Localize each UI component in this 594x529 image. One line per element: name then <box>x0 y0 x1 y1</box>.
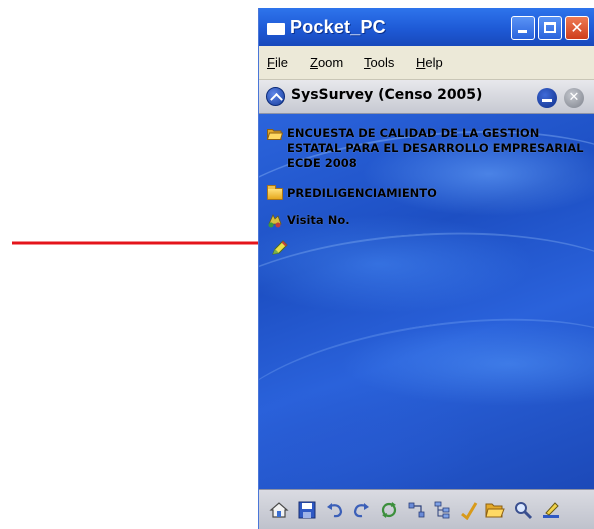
edit-icon[interactable] <box>541 500 561 520</box>
menu-zoom[interactable]: Zoom <box>310 55 343 70</box>
page: Pocket_PC ✕ File Zoom Tools Help SysSurv… <box>0 0 594 529</box>
title-bar[interactable]: Pocket_PC ✕ <box>259 8 594 46</box>
menu-bar: File Zoom Tools Help <box>259 46 594 80</box>
pocket-pc-window: Pocket_PC ✕ File Zoom Tools Help SysSurv… <box>258 8 594 529</box>
tree-item-label: Visita No. <box>287 213 350 227</box>
pencil-icon <box>272 240 288 255</box>
content-area: ENCUESTA DE CALIDAD DE LA GESTION ESTATA… <box>259 114 594 489</box>
app-header: SysSurvey (Censo 2005) ✕ <box>259 80 594 114</box>
redo-icon[interactable] <box>351 500 371 520</box>
maximize-button[interactable] <box>538 16 562 40</box>
menu-file[interactable]: File <box>267 55 288 70</box>
window-icon <box>267 23 285 35</box>
folder-open-icon <box>267 129 283 140</box>
visit-icon <box>268 214 282 228</box>
menu-help[interactable]: Help <box>416 55 443 70</box>
home-icon[interactable] <box>269 500 289 520</box>
bottom-toolbar <box>259 489 594 529</box>
tree-item-label: PREDILIGENCIAMIENTO <box>287 186 437 200</box>
window-title: Pocket_PC <box>290 17 386 37</box>
search-icon[interactable] <box>513 500 533 520</box>
minimize-icon <box>518 30 527 33</box>
sync-icon[interactable] <box>379 500 399 520</box>
check-icon[interactable] <box>459 500 479 520</box>
app-logo-icon[interactable] <box>266 87 285 106</box>
open-folder-icon[interactable] <box>485 500 505 520</box>
undo-icon[interactable] <box>325 500 345 520</box>
tree-item-new-record[interactable] <box>267 240 307 256</box>
app-close-icon[interactable]: ✕ <box>564 88 584 108</box>
tree-icon[interactable] <box>433 500 453 520</box>
minimize-button[interactable] <box>511 16 535 40</box>
close-icon: ✕ <box>570 18 584 37</box>
network-icon[interactable] <box>407 500 427 520</box>
save-icon[interactable] <box>297 500 317 520</box>
app-title: SysSurvey (Censo 2005) <box>291 87 483 103</box>
menu-tools[interactable]: Tools <box>364 55 394 70</box>
app-minimize-icon[interactable] <box>537 88 557 108</box>
annotation-arrow <box>12 237 277 249</box>
maximize-icon <box>544 22 556 33</box>
tree-item-label: ENCUESTA DE CALIDAD DE LA GESTION ESTATA… <box>287 126 584 170</box>
folder-icon <box>267 185 283 200</box>
close-button[interactable]: ✕ <box>565 16 589 40</box>
